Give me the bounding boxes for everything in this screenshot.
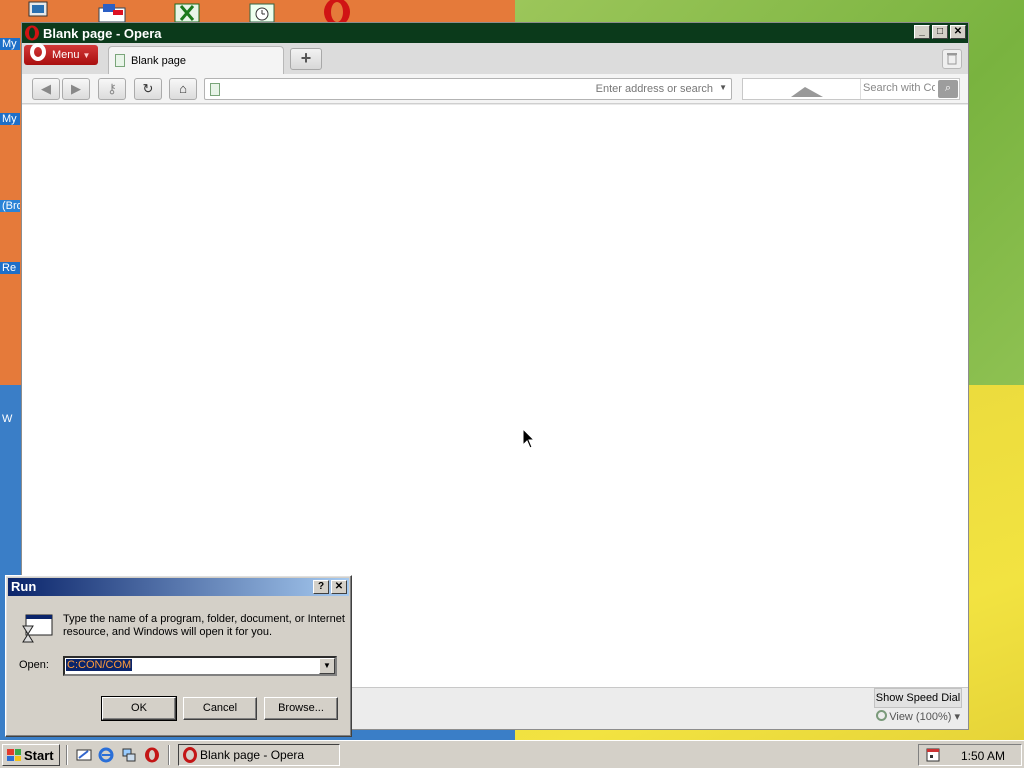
opera-o-icon — [30, 43, 46, 61]
browse-button[interactable]: Browse... — [264, 697, 338, 720]
address-placeholder: Enter address or search — [595, 83, 713, 95]
close-button[interactable]: ✕ — [950, 25, 966, 39]
home-icon: ⌂ — [179, 81, 187, 96]
run-dialog: Run ? ✕ Type the name of a program, fold… — [5, 575, 352, 737]
home-button[interactable]: ⌂ — [169, 78, 197, 100]
run-dialog-titlebar[interactable]: Run ? ✕ — [8, 578, 349, 596]
system-tray: 1:50 AM — [918, 744, 1022, 766]
opera-quicklaunch-icon[interactable] — [144, 747, 160, 763]
windows-flag-icon — [7, 749, 21, 761]
chevron-down-icon: ▼ — [82, 50, 91, 60]
address-field[interactable]: Enter address or search ▼ — [204, 78, 732, 100]
opera-desktop-icon[interactable] — [321, 0, 350, 26]
excel-desktop-icon[interactable] — [173, 2, 201, 24]
opera-logo-icon — [183, 747, 197, 763]
scheduler-tray-icon[interactable] — [925, 747, 941, 763]
search-engine-icon — [791, 87, 823, 97]
chevron-down-icon[interactable]: ▼ — [719, 83, 727, 92]
search-icon[interactable]: ⌕ — [938, 80, 958, 98]
cancel-button[interactable]: Cancel — [183, 697, 257, 720]
search-engine-selector[interactable] — [743, 79, 861, 99]
desktop-label-w[interactable]: W — [0, 413, 20, 425]
tab-label: Blank page — [131, 54, 187, 67]
taskbar: Start Blank page - Opera 1:50 AM — [0, 740, 1024, 768]
tab-bar: Menu ▼ Blank page + — [22, 43, 968, 74]
forward-button[interactable]: ▶ — [62, 78, 90, 100]
minimize-button[interactable]: _ — [914, 25, 930, 39]
chevron-down-icon[interactable]: ▼ — [319, 658, 335, 674]
zoom-label: View (100%) — [889, 711, 952, 723]
opera-titlebar[interactable]: Blank page - Opera _ □ ✕ — [22, 23, 968, 43]
run-description: Type the name of a program, folder, docu… — [63, 613, 345, 638]
scheduler-desktop-icon[interactable] — [248, 2, 276, 24]
start-button[interactable]: Start — [2, 744, 60, 766]
open-combobox[interactable]: C:CON/COM ▼ — [63, 656, 337, 676]
run-icon — [20, 612, 54, 646]
show-speed-dial-button[interactable]: Show Speed Dial — [874, 688, 962, 708]
desktop-label-my-computer[interactable]: My I — [0, 113, 20, 125]
navigation-bar: ◀ ▶ ⚷ ↻ ⌂ Enter address or search ▼ Sear… — [22, 74, 968, 104]
closed-tabs-trash-button[interactable] — [942, 49, 962, 69]
menu-label: Menu — [52, 49, 80, 61]
search-placeholder: Search with Co — [863, 82, 935, 94]
network-icon[interactable] — [121, 747, 137, 763]
open-label: Open: — [19, 659, 49, 671]
taskbar-separator — [66, 745, 68, 765]
outlook-desktop-icon[interactable] — [97, 2, 126, 24]
reload-button[interactable]: ↻ — [134, 78, 162, 100]
desktop-label-browser[interactable]: (Bro — [0, 200, 20, 212]
arrow-left-icon: ◀ — [41, 81, 51, 96]
mouse-cursor-icon — [522, 427, 536, 450]
zoom-control[interactable]: View (100%) ▾ — [876, 710, 960, 723]
my-computer-desktop-icon[interactable] — [27, 0, 55, 22]
run-dialog-title: Run — [11, 579, 37, 594]
chevron-down-icon: ▾ — [954, 711, 960, 723]
taskbar-item-opera[interactable]: Blank page - Opera — [178, 744, 340, 766]
tab-blank-page[interactable]: Blank page — [108, 46, 284, 74]
taskbar-item-label: Blank page - Opera — [200, 747, 305, 762]
desktop-label-recycle-bin[interactable]: Re — [0, 262, 20, 274]
help-button[interactable]: ? — [313, 580, 329, 594]
show-desktop-icon[interactable] — [76, 747, 92, 763]
close-button[interactable]: ✕ — [331, 580, 347, 594]
taskbar-separator — [168, 745, 170, 765]
trash-icon — [947, 53, 957, 65]
new-tab-button[interactable]: + — [290, 48, 322, 70]
reload-icon: ↻ — [142, 81, 154, 96]
key-icon: ⚷ — [107, 81, 117, 96]
page-icon — [115, 54, 125, 67]
opera-menu-button[interactable]: Menu ▼ — [24, 43, 98, 65]
search-field[interactable]: Search with Co ⌕ — [742, 78, 960, 100]
maximize-button[interactable]: □ — [932, 25, 948, 39]
magnifier-icon — [876, 710, 888, 721]
internet-explorer-icon[interactable] — [98, 747, 114, 763]
clock[interactable]: 1:50 AM — [961, 749, 1005, 763]
opera-logo-icon — [24, 25, 40, 41]
open-input-value[interactable]: C:CON/COM — [66, 659, 133, 671]
back-button[interactable]: ◀ — [32, 78, 60, 100]
wand-key-button[interactable]: ⚷ — [98, 78, 126, 100]
desktop-label-my-documents[interactable]: My — [0, 38, 20, 50]
start-label: Start — [24, 747, 54, 763]
ok-button[interactable]: OK — [101, 696, 177, 721]
opera-window-title: Blank page - Opera — [43, 25, 162, 41]
page-icon — [210, 83, 220, 96]
arrow-right-icon: ▶ — [71, 81, 81, 96]
